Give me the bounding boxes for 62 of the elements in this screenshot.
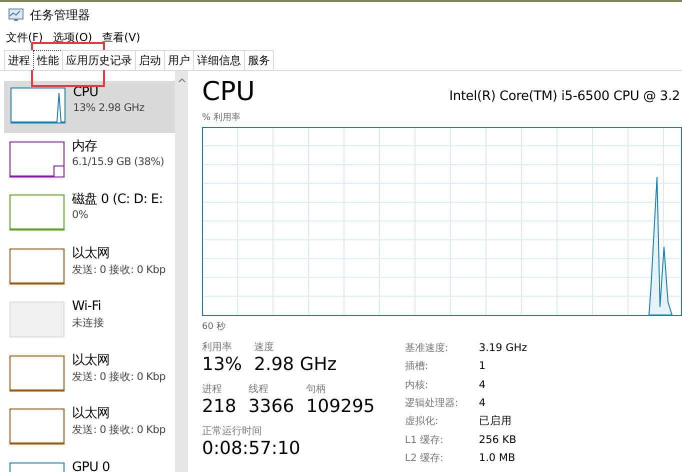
spec-value: 256 KB: [478, 434, 518, 446]
tab[interactable]: 服务: [244, 50, 274, 70]
spec-value: 1.0 MB: [478, 452, 516, 464]
spec-value: 4: [478, 396, 487, 409]
tab[interactable]: 性能: [33, 50, 63, 70]
stat-label: 进程: [202, 382, 223, 396]
spec-value: 4: [478, 378, 487, 391]
spec-label: 虚拟化:: [404, 414, 440, 428]
device-detail: 发送: 0 接收: 0 Kbp: [72, 370, 166, 384]
stat-label: 句柄: [306, 382, 328, 396]
device-name: 以太网: [72, 405, 111, 423]
window-title: 任务管理器: [30, 6, 90, 24]
stat-label: 正常运行时间: [202, 424, 263, 438]
time-label: 60 秒: [202, 320, 226, 333]
menu-item[interactable]: 文件(F): [6, 30, 43, 44]
menu-item[interactable]: 查看(V): [102, 30, 140, 44]
stat-value: 218: [202, 396, 236, 418]
device-detail: 发送: 0 接收: 0 Kbp: [72, 423, 166, 437]
graph-label: % 利用率: [202, 112, 242, 124]
stat-label: 利用率: [202, 340, 233, 354]
menu-item[interactable]: 选项(O): [52, 30, 92, 44]
spec-label: 逻辑处理器:: [404, 396, 460, 410]
device-name: 以太网: [72, 244, 111, 262]
spec-value: 3.19 GHz: [478, 342, 528, 354]
device-detail: 6.1/15.9 GB (38%): [72, 156, 164, 168]
device-name: 内存: [72, 138, 98, 156]
sidebar-item[interactable]: GPU 0: [0, 456, 175, 472]
sidebar-item[interactable]: 以太网 发送: 0 接收: 0 Kbp: [0, 348, 175, 402]
sidebar-item[interactable]: Wi-Fi 未连接: [0, 295, 175, 348]
device-detail: 未连接: [72, 316, 104, 330]
stat-value: 109295: [306, 396, 375, 418]
device-name: Wi-Fi: [72, 298, 102, 316]
stat-value: 0:08:57:10: [202, 438, 300, 460]
device-name: 以太网: [72, 352, 111, 370]
scrollbar[interactable]: [175, 71, 188, 472]
device-name: GPU 0: [72, 458, 110, 472]
spec-value: 1: [478, 360, 487, 372]
task-manager-icon: [8, 8, 24, 22]
sidebar-item[interactable]: 磁盘 0 (C: D: E: 0%: [0, 188, 175, 242]
spec-value: 已启用: [478, 414, 513, 428]
page-title: CPU: [202, 77, 255, 107]
stat-value: 3366: [248, 396, 294, 418]
sidebar-item[interactable]: 以太网 发送: 0 接收: 0 Kbp: [0, 242, 175, 295]
spec-label: 内核:: [404, 378, 430, 392]
device-detail: 13% 2.98 GHz: [73, 102, 144, 114]
spec-label: L2 缓存:: [404, 452, 444, 465]
stat-value: 2.98 GHz: [254, 354, 337, 376]
spec-label: L1 缓存:: [404, 434, 444, 447]
stat-label: 速度: [254, 340, 276, 354]
sidebar-item[interactable]: 以太网 发送: 0 接收: 0 Kbp: [0, 402, 175, 456]
sidebar-item[interactable]: 内存 6.1/15.9 GB (38%): [0, 134, 175, 188]
spec-label: 基准速度:: [404, 342, 450, 356]
stat-label: 线程: [248, 382, 270, 396]
device-name: 磁盘 0 (C: D: E:: [72, 191, 163, 209]
scroll-up-icon[interactable]: [178, 77, 186, 83]
spec-label: 插槽:: [404, 360, 430, 374]
stat-value: 13%: [202, 354, 242, 376]
device-detail: 发送: 0 接收: 0 Kbp: [72, 262, 166, 276]
tab[interactable]: 进程: [4, 50, 34, 70]
processor-name: Intel(R) Core(TM) i5-6500 CPU @ 3.2: [449, 89, 680, 104]
tab[interactable]: 应用历史记录: [62, 50, 136, 70]
device-detail: 0%: [72, 209, 90, 221]
